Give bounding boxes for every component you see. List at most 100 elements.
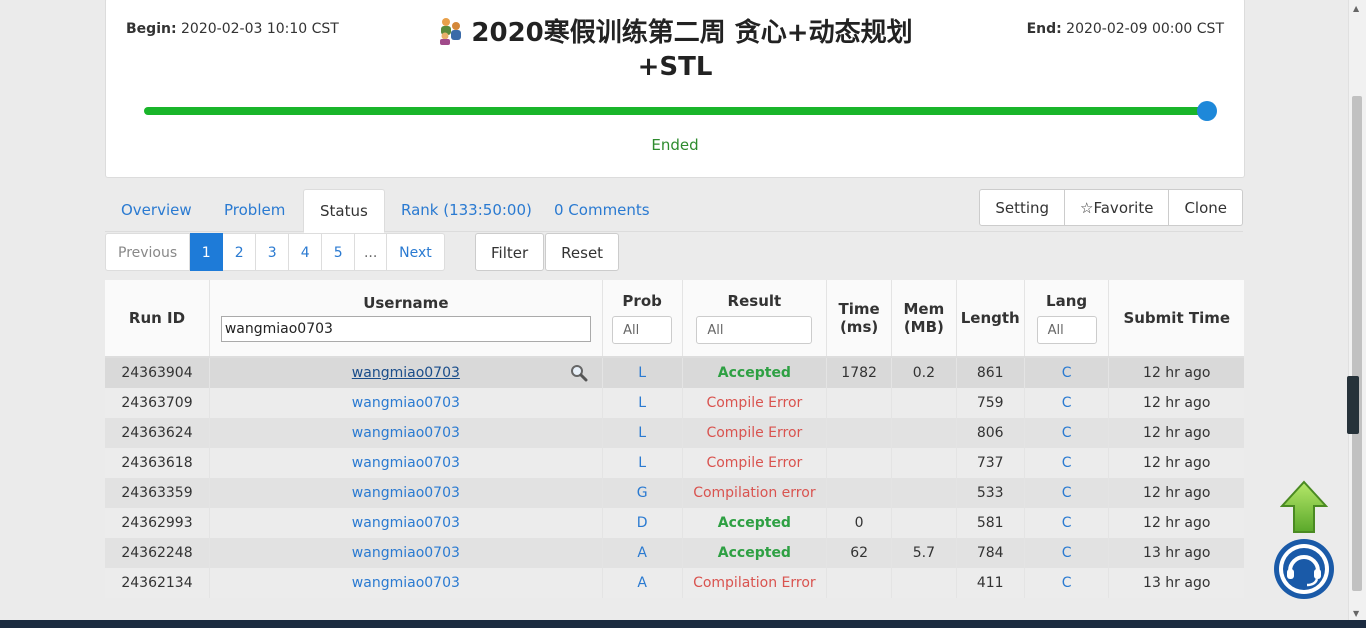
headset-chat-icon[interactable] bbox=[1273, 538, 1335, 600]
scrollbar-thumb[interactable] bbox=[1352, 96, 1362, 591]
result-cell: Compilation Error bbox=[682, 568, 828, 598]
contest-progress-knob[interactable] bbox=[1197, 101, 1217, 121]
page-2-button[interactable]: 2 bbox=[223, 233, 257, 271]
favorite-button[interactable]: ☆Favorite bbox=[1065, 189, 1170, 226]
prob-link[interactable]: L bbox=[638, 425, 646, 441]
username-cell: wangmiao0703 bbox=[209, 478, 603, 508]
scrollbar-marker bbox=[1347, 376, 1359, 434]
next-page-button[interactable]: Next bbox=[387, 233, 445, 271]
scroll-down-arrow-icon[interactable]: ▼ bbox=[1353, 610, 1359, 618]
contest-title: 2020寒假训练第二周 贪心+动态规划+STL bbox=[406, 15, 944, 84]
lang-link[interactable]: C bbox=[1062, 395, 1072, 411]
page-scrollbar[interactable]: ▲ ▼ bbox=[1347, 0, 1366, 628]
result-cell: Compile Error bbox=[682, 388, 828, 418]
contest-actions: Setting ☆Favorite Clone bbox=[979, 189, 1243, 226]
time-cell bbox=[826, 388, 892, 418]
page-5-button[interactable]: 5 bbox=[322, 233, 356, 271]
username-link[interactable]: wangmiao0703 bbox=[352, 545, 460, 561]
submit-time-cell: 12 hr ago bbox=[1108, 448, 1244, 478]
lang-link[interactable]: C bbox=[1062, 425, 1072, 441]
magnifier-icon[interactable] bbox=[570, 364, 588, 382]
reset-button[interactable]: Reset bbox=[545, 233, 620, 271]
page-3-button[interactable]: 3 bbox=[256, 233, 290, 271]
prob-link[interactable]: G bbox=[637, 485, 648, 501]
prob-link[interactable]: A bbox=[637, 545, 647, 561]
prob-cell: D bbox=[602, 508, 683, 538]
page-4-button[interactable]: 4 bbox=[289, 233, 323, 271]
username-link[interactable]: wangmiao0703 bbox=[352, 425, 460, 441]
result-cell: Compile Error bbox=[682, 448, 828, 478]
time-cell bbox=[826, 568, 892, 598]
run-id-cell: 24363904 bbox=[105, 357, 210, 388]
table-row: 24362248 wangmiao0703 A Accepted 62 5.7 … bbox=[105, 538, 1244, 568]
submit-time-cell: 12 hr ago bbox=[1108, 478, 1244, 508]
result-text[interactable]: Compile Error bbox=[706, 425, 802, 441]
length-cell: 784 bbox=[956, 538, 1025, 568]
result-cell: Compile Error bbox=[682, 418, 828, 448]
prob-link[interactable]: A bbox=[637, 575, 647, 591]
result-text[interactable]: Compilation error bbox=[693, 485, 815, 501]
page-ellipsis: ... bbox=[355, 233, 388, 271]
lang-link[interactable]: C bbox=[1062, 545, 1072, 561]
contest-end: End: 2020-02-09 00:00 CST bbox=[1027, 21, 1224, 37]
tab-rank[interactable]: Rank (133:50:00) bbox=[385, 189, 548, 231]
result-text[interactable]: Compilation Error bbox=[693, 575, 816, 591]
lang-link[interactable]: C bbox=[1062, 365, 1072, 381]
lang-link[interactable]: C bbox=[1062, 515, 1072, 531]
mem-cell: 0.2 bbox=[891, 357, 957, 388]
tab-status[interactable]: Status bbox=[303, 189, 385, 233]
mem-cell bbox=[891, 448, 957, 478]
prob-filter-select[interactable]: All bbox=[612, 316, 673, 344]
th-time: Time (ms) bbox=[826, 280, 892, 358]
submit-time-cell: 12 hr ago bbox=[1108, 508, 1244, 538]
result-text[interactable]: Compile Error bbox=[706, 395, 802, 411]
lang-cell: C bbox=[1024, 538, 1110, 568]
username-link[interactable]: wangmiao0703 bbox=[352, 575, 460, 591]
prob-link[interactable]: L bbox=[638, 395, 646, 411]
end-time: 2020-02-09 00:00 CST bbox=[1066, 21, 1224, 37]
contest-title-text: 2020寒假训练第二周 贪心+动态规划+STL bbox=[471, 18, 913, 82]
username-cell: wangmiao0703 bbox=[209, 388, 603, 418]
lang-link[interactable]: C bbox=[1062, 455, 1072, 471]
length-cell: 759 bbox=[956, 388, 1025, 418]
run-id-cell: 24363709 bbox=[105, 388, 210, 418]
username-filter-input[interactable] bbox=[220, 316, 591, 342]
page-1-button[interactable]: 1 bbox=[190, 233, 224, 271]
prob-link[interactable]: L bbox=[638, 365, 646, 381]
username-link[interactable]: wangmiao0703 bbox=[352, 485, 460, 501]
username-link[interactable]: wangmiao0703 bbox=[352, 365, 460, 381]
prob-link[interactable]: L bbox=[638, 455, 646, 471]
th-length: Length bbox=[956, 280, 1025, 358]
tab-overview[interactable]: Overview bbox=[105, 189, 208, 231]
time-cell bbox=[826, 418, 892, 448]
previous-page-button[interactable]: Previous bbox=[105, 233, 191, 271]
lang-link[interactable]: C bbox=[1062, 575, 1072, 591]
lang-filter-select[interactable]: All bbox=[1036, 316, 1097, 344]
prob-link[interactable]: D bbox=[637, 515, 648, 531]
contest-status: Ended bbox=[651, 136, 699, 154]
filter-button[interactable]: Filter bbox=[475, 233, 545, 271]
username-link[interactable]: wangmiao0703 bbox=[352, 515, 460, 531]
th-result: Result All bbox=[682, 280, 828, 358]
prob-cell: L bbox=[602, 357, 683, 388]
os-taskbar bbox=[0, 620, 1366, 628]
username-link[interactable]: wangmiao0703 bbox=[352, 455, 460, 471]
th-submit-time: Submit Time bbox=[1108, 280, 1244, 358]
result-text[interactable]: Compile Error bbox=[706, 455, 802, 471]
setting-button[interactable]: Setting bbox=[979, 189, 1066, 226]
tab-problem[interactable]: Problem bbox=[208, 189, 301, 231]
contest-progress-bar bbox=[144, 107, 1208, 115]
result-filter-select[interactable]: All bbox=[696, 316, 813, 344]
prob-cell: L bbox=[602, 388, 683, 418]
th-prob-label: Prob bbox=[622, 292, 662, 310]
table-row: 24363359 wangmiao0703 G Compilation erro… bbox=[105, 478, 1244, 508]
clone-button[interactable]: Clone bbox=[1169, 189, 1243, 226]
username-cell: wangmiao0703 bbox=[209, 418, 603, 448]
table-row: 24363618 wangmiao0703 L Compile Error 73… bbox=[105, 448, 1244, 478]
tab-comments[interactable]: 0 Comments bbox=[538, 189, 666, 231]
scroll-up-arrow-icon[interactable]: ▲ bbox=[1353, 5, 1359, 13]
up-arrow-icon[interactable] bbox=[1280, 480, 1328, 534]
lang-link[interactable]: C bbox=[1062, 485, 1072, 501]
result-text: Accepted bbox=[717, 545, 791, 561]
username-link[interactable]: wangmiao0703 bbox=[352, 395, 460, 411]
